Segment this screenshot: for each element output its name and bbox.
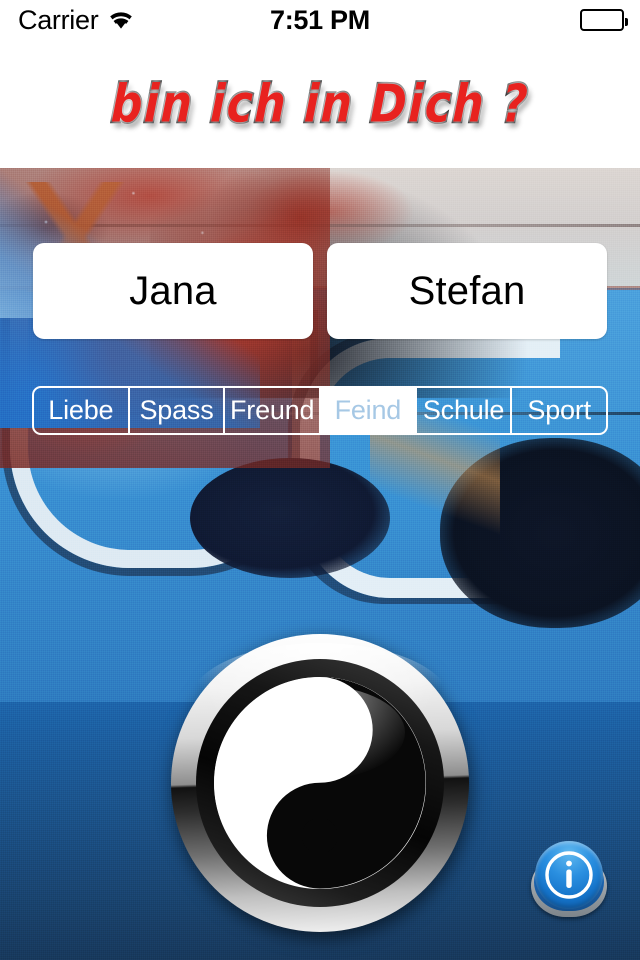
- battery-full-icon: [580, 9, 628, 31]
- wifi-icon: [108, 10, 134, 30]
- app-root: Carrier 7:51 PM bin ich in Dich ? Jana S…: [0, 0, 640, 960]
- name-fields-row: Jana Stefan: [0, 243, 640, 339]
- status-bar-right: [580, 0, 628, 40]
- person-one-input[interactable]: Jana: [33, 243, 313, 339]
- segment-freund[interactable]: Freund: [225, 388, 322, 433]
- segment-feind[interactable]: Feind: [321, 388, 417, 433]
- category-segmented-control[interactable]: Liebe Spass Freund Feind Schule Sport: [32, 386, 608, 435]
- status-bar-left: Carrier: [18, 0, 134, 40]
- carrier-label: Carrier: [18, 4, 99, 35]
- segment-liebe[interactable]: Liebe: [34, 388, 130, 433]
- app-header: bin ich in Dich ?: [0, 40, 640, 168]
- segment-spass[interactable]: Spass: [130, 388, 226, 433]
- page-title: bin ich in Dich ?: [108, 72, 531, 135]
- yin-yang-button[interactable]: [171, 634, 469, 932]
- info-circle-icon[interactable]: [535, 841, 603, 909]
- status-bar: Carrier 7:51 PM: [0, 0, 640, 40]
- info-button[interactable]: [531, 841, 607, 917]
- clock-label: 7:51 PM: [270, 4, 370, 35]
- yin-yang-icon: [214, 677, 426, 889]
- segment-sport[interactable]: Sport: [512, 388, 606, 433]
- person-two-input[interactable]: Stefan: [327, 243, 607, 339]
- segment-schule[interactable]: Schule: [417, 388, 513, 433]
